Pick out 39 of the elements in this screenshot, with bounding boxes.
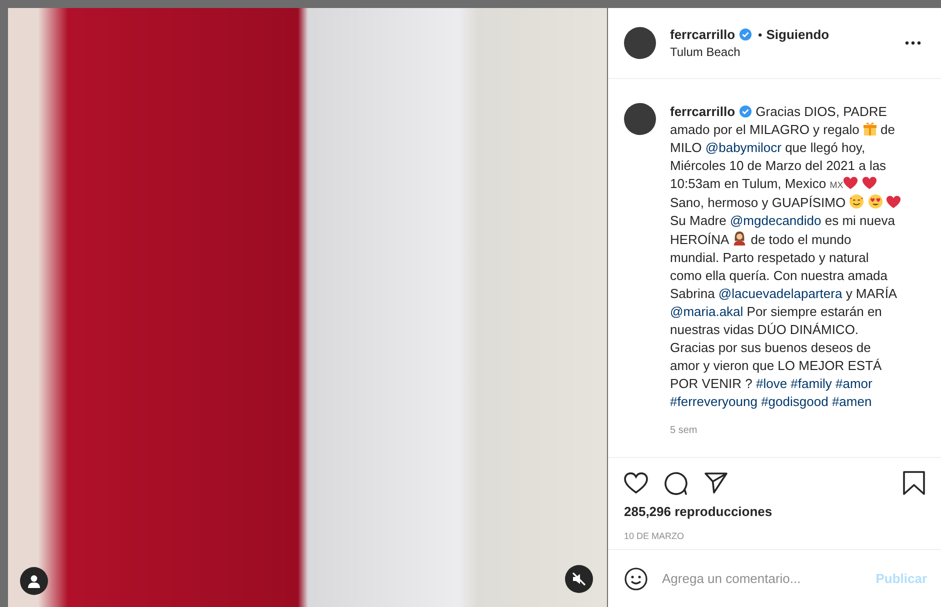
user-tag-button[interactable] — [20, 567, 48, 595]
comment-icon[interactable] — [664, 471, 688, 495]
mention-link[interactable]: #amen — [832, 394, 872, 409]
mention-link[interactable]: @babymilocr — [705, 140, 782, 155]
smiley-icon[interactable] — [624, 566, 648, 590]
view-count: 285,296 reproducciones — [624, 504, 774, 519]
username-link[interactable]: ferrcarrillo — [670, 104, 736, 119]
avatar[interactable] — [624, 103, 656, 135]
flag-code: MX — [830, 180, 844, 190]
mention-link[interactable]: @lacuevadelapartera — [718, 286, 842, 301]
follow-status-button[interactable]: Siguiendo — [766, 27, 830, 42]
woman-emoji-icon — [732, 230, 748, 246]
mention-link[interactable]: @mgdecandido — [730, 213, 822, 228]
avatar[interactable] — [624, 27, 656, 59]
send-icon[interactable] — [704, 472, 728, 494]
speaker-muted-icon — [571, 571, 587, 587]
mute-button[interactable] — [565, 565, 593, 593]
mention-link[interactable]: #godisgood — [761, 394, 828, 409]
heart-emoji-icon — [843, 176, 858, 190]
caption-text: ferrcarrillo Gracias DIOS, PADRE amado por el MILAGRO y regalo de MILO @babymilocr que llegó hoy, Miércoles 10 de Marzo del 2021 a las 10:53am en Tulum, Mexico MX Sano, hermoso y GUAPÍSIMO Su Madre @mgdecandido es mi nueva HEROÍNA de todo el mundo mundial. Parto respetado y natural como ella quería. Con nuestra amada Sabrina @lacuevadelapartera y MARÍA @maria.akal Por siempre estarán en nuestras vidas DÚO DINÁMICO. Gracias por sus buenos deseos de amor y vieron que LO MEJOR ESTÁ POR VENIR ? #love #family #amor #ferreveryoung #godisgood #amen — [670, 103, 902, 411]
location-link[interactable]: Tulum Beach — [670, 45, 887, 59]
post-date: 10 DE MARZO — [624, 531, 686, 541]
heart-eyes-emoji-icon — [868, 194, 883, 209]
heart-icon[interactable] — [624, 472, 648, 494]
mention-link[interactable]: #amor — [835, 376, 872, 391]
person-icon — [27, 574, 41, 588]
post-age: 5 sem — [670, 425, 698, 436]
heart-emoji-icon — [862, 176, 877, 190]
heart-emoji-icon — [886, 195, 902, 209]
mention-link[interactable]: #family — [790, 376, 832, 391]
mention-link[interactable]: @maria.akal — [670, 304, 744, 319]
bookmark-icon[interactable] — [903, 471, 925, 495]
username-link[interactable]: ferrcarrillo — [670, 27, 736, 42]
smiling-face-emoji-icon — [849, 194, 864, 209]
separator-dot: • — [758, 28, 762, 42]
gift-emoji-icon — [862, 121, 877, 136]
mention-link[interactable]: #ferreveryoung — [670, 394, 758, 409]
more-icon — [905, 41, 921, 45]
mention-link[interactable]: #love — [756, 376, 788, 391]
